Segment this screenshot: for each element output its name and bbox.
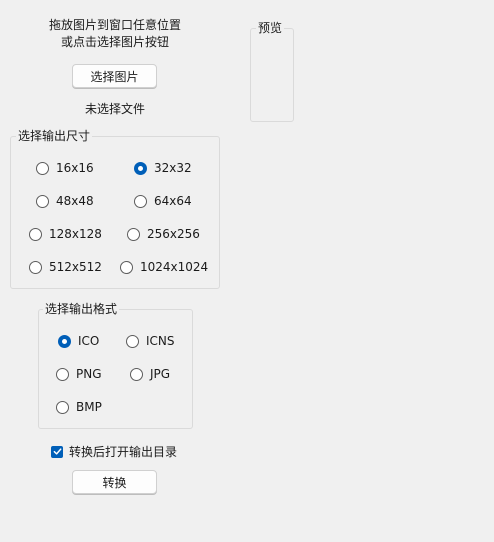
size-option-label: 128x128 [49, 227, 102, 241]
open-output-dir-checkbox[interactable]: 转换后打开输出目录 [51, 443, 177, 460]
format-option-bmp[interactable]: BMP [56, 400, 102, 414]
radio-indicator[interactable] [127, 227, 140, 241]
size-option-128x128[interactable]: 128x128 [29, 227, 102, 241]
drop-hint-line2: 或点击选择图片按钮 [60, 35, 169, 49]
size-option-label: 64x64 [154, 194, 192, 208]
radio-indicator[interactable] [130, 367, 143, 381]
radio-indicator[interactable] [29, 227, 42, 241]
size-option-512x512[interactable]: 512x512 [29, 260, 102, 274]
preview-title: 预览 [256, 21, 285, 35]
preview-frame [250, 28, 294, 122]
radio-indicator[interactable] [56, 400, 69, 414]
radio-indicator[interactable] [36, 161, 49, 175]
format-option-label: PNG [76, 367, 102, 381]
size-option-label: 1024x1024 [140, 260, 209, 274]
radio-indicator[interactable] [36, 194, 49, 208]
radio-indicator[interactable] [126, 334, 139, 348]
size-option-label: 256x256 [147, 227, 200, 241]
select-image-button[interactable]: 选择图片 [72, 64, 157, 88]
radio-indicator[interactable] [56, 367, 69, 381]
drop-hint: 拖放图片到窗口任意位置 或点击选择图片按钮 [40, 17, 190, 51]
radio-indicator-selected[interactable] [58, 334, 71, 348]
size-option-label: 32x32 [154, 161, 192, 175]
format-option-label: JPG [150, 367, 171, 381]
size-group-title: 选择输出尺寸 [16, 129, 93, 143]
file-status-label: 未选择文件 [84, 102, 145, 116]
format-option-jpg[interactable]: JPG [130, 367, 170, 381]
size-option-label: 16x16 [56, 161, 94, 175]
size-option-32x32[interactable]: 32x32 [134, 161, 192, 175]
checkbox-checked-icon[interactable] [51, 445, 63, 458]
format-option-png[interactable]: PNG [56, 367, 102, 381]
radio-indicator[interactable] [134, 194, 147, 208]
size-option-48x48[interactable]: 48x48 [36, 194, 94, 208]
size-option-label: 48x48 [56, 194, 94, 208]
format-option-icns[interactable]: ICNS [126, 334, 175, 348]
radio-indicator[interactable] [29, 260, 42, 274]
format-option-ico[interactable]: ICO [58, 334, 99, 348]
size-option-1024x1024[interactable]: 1024x1024 [120, 260, 208, 274]
open-output-dir-label: 转换后打开输出目录 [69, 445, 178, 459]
format-group-title: 选择输出格式 [43, 302, 120, 316]
drop-hint-line1: 拖放图片到窗口任意位置 [48, 18, 181, 32]
radio-indicator-selected[interactable] [134, 161, 147, 175]
size-option-16x16[interactable]: 16x16 [36, 161, 94, 175]
convert-button[interactable]: 转换 [72, 470, 157, 494]
format-option-label: ICNS [146, 334, 175, 348]
format-option-label: BMP [76, 400, 102, 414]
size-option-label: 512x512 [49, 260, 102, 274]
format-option-label: ICO [78, 334, 100, 348]
size-option-64x64[interactable]: 64x64 [134, 194, 192, 208]
size-option-256x256[interactable]: 256x256 [127, 227, 200, 241]
radio-indicator[interactable] [120, 260, 133, 274]
